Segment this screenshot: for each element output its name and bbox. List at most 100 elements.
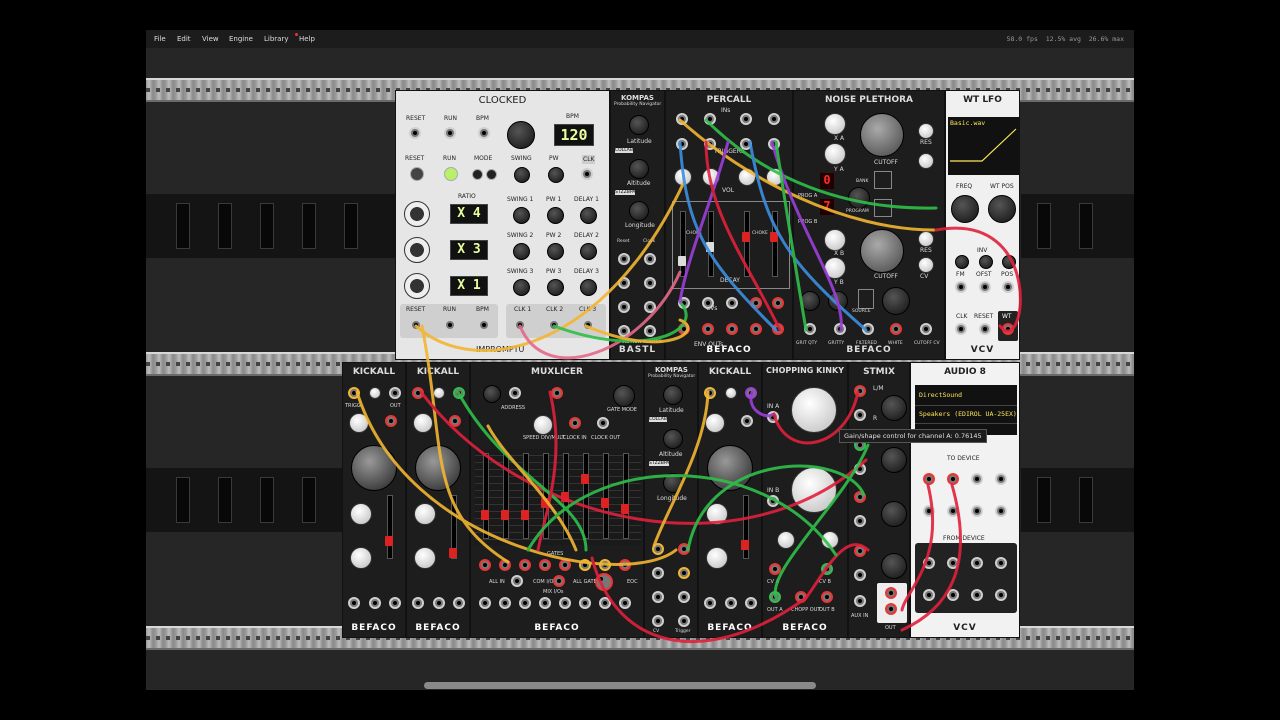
reset-input-jack[interactable] [409, 127, 421, 139]
trigger-jack[interactable] [768, 138, 780, 150]
kompas-module[interactable]: KOMPAS Probability Navigator Latitude CO… [644, 362, 698, 638]
clk3-jack[interactable] [582, 319, 594, 331]
tune-knob[interactable] [413, 413, 433, 433]
cv-jack[interactable] [678, 567, 690, 579]
out-jack[interactable] [449, 415, 461, 427]
from-device-jack[interactable] [971, 589, 983, 601]
mix-io-jack[interactable] [559, 597, 571, 609]
clocked-module[interactable]: CLOCKED RESET RUN BPM BPM 120 RESET RUN … [395, 90, 610, 360]
gate-jack[interactable] [619, 559, 631, 571]
cv-jack[interactable] [618, 301, 630, 313]
ratio-knob[interactable] [404, 237, 430, 263]
clock-jack[interactable] [678, 543, 690, 555]
swing-knob[interactable] [513, 279, 530, 296]
cv-knob[interactable] [918, 257, 934, 273]
out-a-jack[interactable] [769, 591, 781, 603]
y-b-knob[interactable] [824, 257, 846, 279]
output-jack[interactable] [750, 297, 762, 309]
mix-io-jack[interactable] [619, 597, 631, 609]
altitude-knob[interactable] [629, 159, 649, 179]
trigger-jack[interactable] [618, 325, 630, 337]
decay-slider[interactable] [385, 495, 393, 559]
decay-slider[interactable] [449, 495, 457, 559]
in-jack[interactable] [740, 113, 752, 125]
collab-button[interactable]: COLLAB [649, 417, 667, 422]
mode-button[interactable]: STZZBPA [615, 190, 636, 195]
wt-lfo-module[interactable]: WT LFO Basic.wav FREQ WT POS INV FM OFST… [945, 90, 1020, 360]
trigger-jack[interactable] [704, 387, 716, 399]
audio-device-select[interactable]: Speakers (EDIROL UA-25EX) [919, 410, 1017, 418]
com-io-jack[interactable] [553, 575, 565, 587]
level-knob[interactable] [881, 447, 907, 473]
cv-a-knob[interactable] [777, 531, 795, 549]
latitude-knob[interactable] [629, 115, 649, 135]
level-knob[interactable] [881, 501, 907, 527]
decay-slider[interactable] [770, 211, 778, 277]
menu-engine[interactable]: Engine [229, 35, 253, 43]
to-device-jack[interactable] [971, 473, 983, 485]
source-switch[interactable] [858, 289, 874, 309]
out-r-jack[interactable] [885, 603, 897, 615]
mix-io-jack[interactable] [579, 597, 591, 609]
tune-knob[interactable] [349, 413, 369, 433]
trigger-jack[interactable] [644, 325, 656, 337]
kickall-module[interactable]: KICKALL BEFACO [698, 362, 762, 638]
clock-out-jack[interactable] [597, 417, 609, 429]
time-knob[interactable] [414, 503, 436, 525]
cv-b-jack[interactable] [821, 563, 833, 575]
bend-knob[interactable] [706, 547, 728, 569]
gate-jack[interactable] [479, 559, 491, 571]
swing-knob[interactable] [513, 243, 530, 260]
step-slider[interactable] [541, 453, 549, 539]
menu-view[interactable]: View [202, 35, 219, 43]
to-device-jack[interactable] [947, 505, 959, 517]
in-l-jack[interactable] [854, 545, 866, 557]
pw-knob[interactable] [547, 243, 564, 260]
level-knob[interactable] [881, 553, 907, 579]
cutoff-knob[interactable] [882, 287, 910, 315]
cv-jack[interactable] [652, 591, 664, 603]
cv-jack[interactable] [644, 253, 656, 265]
address-jack[interactable] [509, 387, 521, 399]
delay-knob[interactable] [580, 243, 597, 260]
in-r-jack[interactable] [854, 569, 866, 581]
tune-cv-jack[interactable] [412, 597, 424, 609]
filtered-out-jack[interactable] [862, 323, 874, 335]
out-jack[interactable] [389, 387, 401, 399]
res-knob[interactable] [828, 291, 848, 311]
in-l-jack[interactable] [854, 385, 866, 397]
reset-button[interactable] [410, 167, 424, 181]
to-device-jack[interactable] [923, 473, 935, 485]
out-b-jack[interactable] [821, 591, 833, 603]
mix-io-jack[interactable] [479, 597, 491, 609]
in-a-jack[interactable] [767, 411, 779, 423]
to-device-jack[interactable] [923, 505, 935, 517]
to-device-jack[interactable] [947, 473, 959, 485]
step-slider[interactable] [561, 453, 569, 539]
volume-knob[interactable] [674, 168, 692, 186]
bpm-knob[interactable] [507, 121, 535, 149]
x-a-knob[interactable] [824, 113, 846, 135]
cv-jack[interactable] [618, 253, 630, 265]
bank-switch[interactable] [874, 199, 892, 217]
shape-cv-jack[interactable] [369, 597, 381, 609]
clk2-jack[interactable] [548, 319, 560, 331]
pw-knob[interactable] [547, 279, 564, 296]
volume-knob[interactable] [738, 168, 756, 186]
gate-jack[interactable] [519, 559, 531, 571]
time-knob[interactable] [706, 503, 728, 525]
clock-jack[interactable] [955, 323, 967, 335]
mode-button[interactable] [472, 169, 483, 180]
cv-jack[interactable] [644, 277, 656, 289]
gate-mode-knob[interactable] [613, 385, 635, 407]
shape-cv-jack[interactable] [725, 597, 737, 609]
run-input-jack[interactable] [444, 127, 456, 139]
in-jack[interactable] [676, 113, 688, 125]
bank-switch[interactable] [874, 171, 892, 189]
cv-jack[interactable] [618, 277, 630, 289]
cv-b-knob[interactable] [821, 531, 839, 549]
delay-knob[interactable] [580, 279, 597, 296]
longitude-knob[interactable] [629, 201, 649, 221]
gain-b-knob[interactable] [791, 467, 837, 513]
step-slider[interactable] [501, 453, 509, 539]
